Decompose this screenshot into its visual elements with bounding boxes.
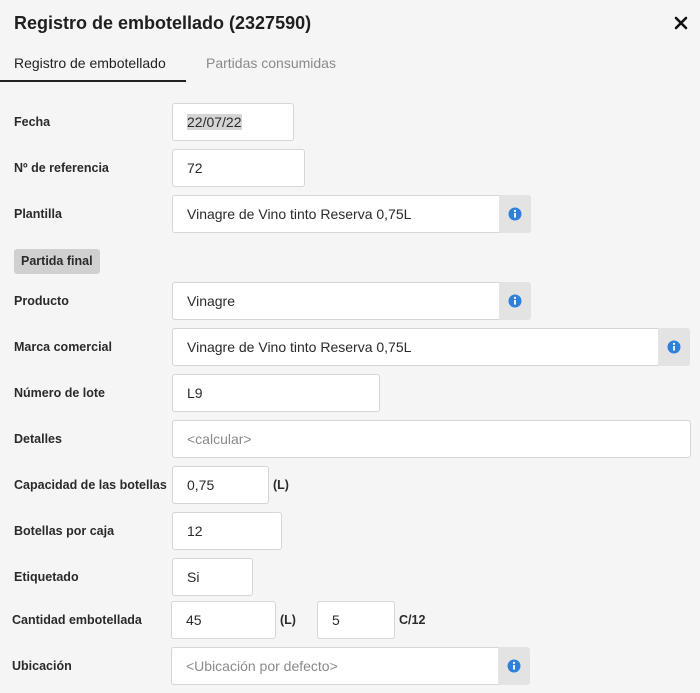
ubicacion-info-button[interactable] bbox=[498, 647, 530, 685]
producto-label: Producto bbox=[14, 294, 69, 308]
marca-field[interactable]: Vinagre de Vino tinto Reserva 0,75L bbox=[172, 328, 659, 366]
fecha-value: 22/07/22 bbox=[187, 114, 242, 130]
cantidad-label: Cantidad embotellada bbox=[12, 613, 142, 627]
cajas-unit: C/12 bbox=[399, 613, 426, 627]
detalles-label: Detalles bbox=[14, 432, 62, 446]
fecha-field[interactable]: 22/07/22 bbox=[172, 103, 294, 141]
cantidad-unit: (L) bbox=[280, 613, 296, 627]
cajas-field[interactable]: 5 bbox=[317, 601, 395, 639]
ubicacion-label: Ubicación bbox=[12, 659, 72, 673]
referencia-field[interactable]: 72 bbox=[172, 149, 305, 187]
lote-label: Número de lote bbox=[14, 386, 105, 400]
producto-info-button[interactable] bbox=[499, 282, 531, 320]
tab-partidas-consumidas[interactable]: Partidas consumidas bbox=[206, 50, 336, 82]
close-icon[interactable] bbox=[673, 14, 689, 32]
section-partida-final: Partida final bbox=[14, 249, 100, 274]
info-icon bbox=[508, 207, 522, 221]
tab-registro-embotellado[interactable]: Registro de embotellado bbox=[0, 50, 186, 82]
ubicacion-field[interactable]: <Ubicación por defecto> bbox=[171, 647, 499, 685]
botellas-caja-field[interactable]: 12 bbox=[172, 512, 282, 550]
info-icon bbox=[507, 659, 521, 673]
info-icon bbox=[667, 340, 681, 354]
fecha-label: Fecha bbox=[14, 115, 51, 129]
info-icon bbox=[508, 294, 522, 308]
etiquetado-label: Etiquetado bbox=[14, 570, 79, 584]
tab-bar: Registro de embotellado Partidas consumi… bbox=[0, 50, 700, 84]
plantilla-field[interactable]: Vinagre de Vino tinto Reserva 0,75L bbox=[172, 195, 500, 233]
marca-label: Marca comercial bbox=[14, 340, 112, 354]
plantilla-label: Plantilla bbox=[14, 207, 62, 221]
dialog-title: Registro de embotellado (2327590) bbox=[14, 13, 312, 33]
capacidad-label: Capacidad de las botellas bbox=[14, 478, 167, 492]
capacidad-field[interactable]: 0,75 bbox=[172, 466, 269, 504]
botellas-caja-label: Botellas por caja bbox=[14, 524, 115, 538]
producto-field[interactable]: Vinagre bbox=[172, 282, 500, 320]
marca-info-button[interactable] bbox=[658, 328, 690, 366]
cantidad-field[interactable]: 45 bbox=[171, 601, 276, 639]
detalles-field[interactable]: <calcular> bbox=[172, 420, 691, 458]
lote-field[interactable]: L9 bbox=[172, 374, 380, 412]
etiquetado-field[interactable]: Si bbox=[172, 558, 253, 596]
referencia-label: Nº de referencia bbox=[14, 161, 109, 175]
capacidad-unit: (L) bbox=[273, 478, 289, 492]
plantilla-info-button[interactable] bbox=[499, 195, 531, 233]
